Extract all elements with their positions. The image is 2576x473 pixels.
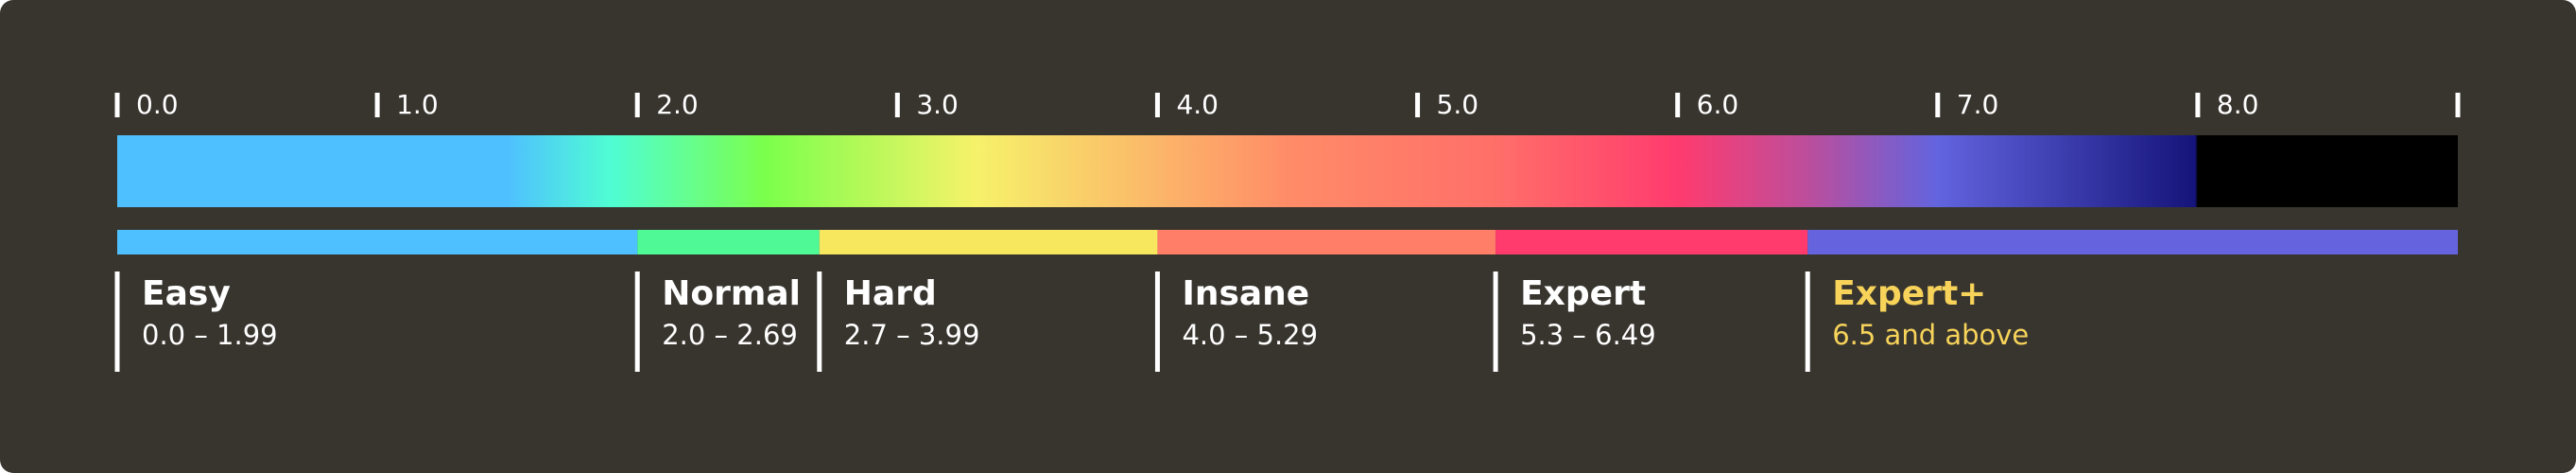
category-separator [634,272,640,372]
category-segment [1157,230,1496,254]
category-range: 6.5 and above [1832,319,2030,351]
category-name: Insane [1182,274,1310,313]
axis-tick [634,93,640,117]
category-segment [1495,230,1808,254]
category-name: Expert [1520,274,1647,313]
axis-tick [1154,93,1160,117]
category-name: Hard [843,274,937,313]
category-range: 2.0 – 2.69 [662,319,798,351]
tick-label: 7.0 [1956,89,1999,120]
category-label: Insane 4.0 – 5.29 [1182,274,1318,352]
category-range: 5.3 – 6.49 [1520,319,1656,351]
axis-tick [374,93,380,117]
category-label: Expert+ 6.5 and above [1832,274,2029,352]
tick-label: 4.0 [1176,89,1219,120]
category-segment [117,230,638,254]
axis-tick [894,93,900,117]
category-segment [819,230,1158,254]
axis-tick [1675,93,1681,117]
category-range: 2.7 – 3.99 [843,319,980,351]
tick-label: 0.0 [136,89,179,120]
category-label: Expert 5.3 – 6.49 [1520,274,1656,352]
tick-label: 3.0 [916,89,959,120]
tick-label: 1.0 [396,89,439,120]
difficulty-scale-chart [114,93,2461,372]
category-range: 4.0 – 5.29 [1182,319,1319,351]
difficulty-scale-card: 0.0 1.0 2.0 3.0 4.0 5.0 6.0 7.0 8.0 Easy 0.0 – 1.… [0,0,2576,473]
category-label: Easy 0.0 – 1.99 [142,274,278,352]
difficulty-gradient-bar [117,135,2458,207]
category-label: Normal 2.0 – 2.69 [662,274,801,352]
category-segment [1807,230,2458,254]
category-name: Normal [662,274,801,313]
axis-tick [1935,93,1941,117]
axis-tick [1415,93,1421,117]
category-range: 0.0 – 1.99 [142,319,278,351]
tick-label: 5.0 [1436,89,1479,120]
category-name: Easy [142,274,231,313]
axis-tick [114,93,120,117]
category-separator [817,272,822,372]
tick-label: 2.0 [656,89,699,120]
tick-label: 8.0 [2216,89,2259,120]
category-separator [1154,272,1160,372]
axis-tick [2455,93,2461,117]
category-name: Expert+ [1832,274,1987,313]
tick-label: 6.0 [1696,89,1739,120]
axis-tick [2195,93,2201,117]
category-separator [114,272,120,372]
category-label: Hard 2.7 – 3.99 [844,274,980,352]
category-separator [1805,272,1810,372]
category-segment [637,230,820,254]
category-separator [1493,272,1498,372]
